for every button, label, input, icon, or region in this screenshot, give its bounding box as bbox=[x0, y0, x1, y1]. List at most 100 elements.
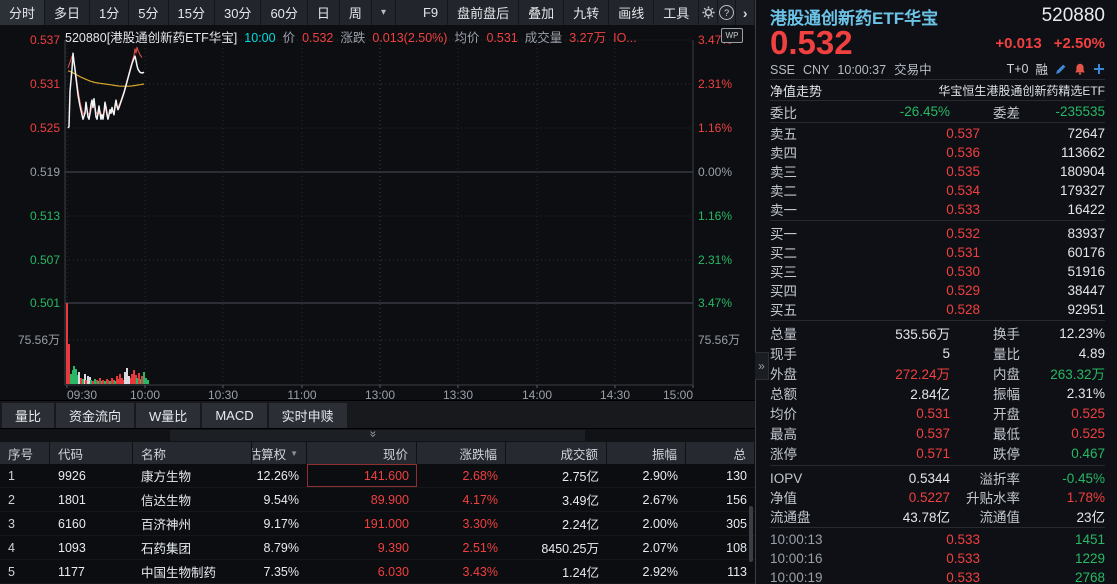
col-header-1[interactable]: 代码 bbox=[50, 442, 133, 464]
volume-bar-38 bbox=[131, 374, 133, 384]
menu-item-tool-4[interactable]: 画线 bbox=[609, 0, 654, 25]
cell-r1-c2: 信达生物 bbox=[133, 488, 252, 511]
col-header-6[interactable]: 成交额 bbox=[506, 442, 607, 464]
table-row-1[interactable]: 21801信达生物9.54%89.9004.17%3.49亿2.67%156 bbox=[0, 488, 755, 512]
volume-bar-24 bbox=[107, 380, 109, 384]
table-row-4[interactable]: 51177中国生物制药7.35%6.0303.43%1.24亿2.92%113 bbox=[0, 560, 755, 584]
menu-spacer bbox=[396, 0, 414, 25]
col-header-5[interactable]: 涨跌幅 bbox=[417, 442, 506, 464]
menu-item-period-3[interactable]: 5分 bbox=[129, 0, 168, 25]
left-pane: 分时多日1分5分15分30分60分日周▾F9盘前盘后叠加九转画线工具?› 520… bbox=[0, 0, 756, 584]
collapse-chevron-icon[interactable]: » bbox=[366, 431, 380, 438]
bid-row-3[interactable]: 买四0.52938447 bbox=[770, 280, 1105, 299]
overflow-arrow-glyph: › bbox=[743, 5, 748, 21]
menu-item-tool-3[interactable]: 九转 bbox=[564, 0, 609, 25]
menu-item-period-1[interactable]: 多日 bbox=[45, 0, 90, 25]
menu-item-period-8[interactable]: 周 bbox=[340, 0, 372, 25]
nav-trend-label[interactable]: 净值走势 bbox=[770, 81, 822, 100]
ask-row-3[interactable]: 卖二0.534179327 bbox=[770, 180, 1105, 199]
chart-header-seg-3: 0.532 bbox=[302, 31, 333, 45]
intraday-chart-area[interactable]: 520880[港股通创新药ETF华宝]10:00价0.532涨跌0.013(2.… bbox=[0, 25, 755, 400]
wp-monitor-icon[interactable]: WP bbox=[721, 28, 743, 43]
stat-a-row-2: 外盘272.24万内盘263.32万 bbox=[770, 363, 1105, 383]
weibi-label: 委比 bbox=[770, 102, 832, 122]
table-scrollbar[interactable] bbox=[749, 506, 753, 562]
stat-a-row-1: 现手5量比4.89 bbox=[770, 343, 1105, 363]
period-dropdown-caret[interactable]: ▾ bbox=[372, 0, 396, 25]
table-row-3[interactable]: 41093石药集团8.79%9.3902.51%8450.25万2.07%108 bbox=[0, 536, 755, 560]
stat-label: 外盘 bbox=[770, 363, 832, 383]
col-header-8[interactable]: 总 bbox=[686, 442, 755, 464]
bid-row-4[interactable]: 买五0.52892951 bbox=[770, 299, 1105, 318]
menu-item-period-6[interactable]: 60分 bbox=[261, 0, 307, 25]
table-body: 19926康方生物12.26%141.6002.68%2.75亿2.90%130… bbox=[0, 464, 755, 584]
x-axis-label-5: 13:30 bbox=[443, 388, 473, 400]
exchange-label: SSE bbox=[770, 63, 795, 77]
stat-value: 263.32万 bbox=[1020, 363, 1105, 383]
volume-bar-16 bbox=[94, 379, 96, 384]
col-header-4[interactable]: 现价 bbox=[307, 442, 417, 464]
tab-1[interactable]: 资金流向 bbox=[56, 403, 134, 428]
menu-item-period-7[interactable]: 日 bbox=[308, 0, 340, 25]
menu-item-period-0[interactable]: 分时 bbox=[0, 0, 45, 25]
cell-r3-c5: 2.51% bbox=[417, 536, 506, 559]
ask-row-1[interactable]: 卖四0.536113662 bbox=[770, 142, 1105, 161]
stat-label: 净值 bbox=[770, 487, 832, 507]
tab-4[interactable]: 实时申赎 bbox=[269, 403, 347, 428]
level-price: 0.530 bbox=[832, 264, 980, 279]
level-label: 卖一 bbox=[770, 199, 832, 219]
y-axis-label-left-0: 0.537 bbox=[30, 33, 60, 47]
bid-row-0[interactable]: 买一0.53283937 bbox=[770, 223, 1105, 242]
tab-0[interactable]: 量比 bbox=[2, 403, 54, 428]
tab-2[interactable]: W量比 bbox=[136, 403, 200, 428]
chart-header-seg-5: 0.013(2.50%) bbox=[372, 31, 447, 45]
cell-r4-c7: 2.92% bbox=[607, 560, 686, 583]
volume-bar-12 bbox=[87, 376, 89, 384]
volume-bar-29 bbox=[116, 376, 118, 384]
ask-row-4[interactable]: 卖一0.53316422 bbox=[770, 199, 1105, 218]
level-volume: 83937 bbox=[980, 226, 1105, 241]
menu-item-tool-0[interactable]: F9 bbox=[414, 0, 448, 25]
stat-value: 43.78亿 bbox=[832, 506, 950, 526]
settings-gear-icon[interactable] bbox=[699, 0, 718, 25]
constituents-table: 序号代码名称估算权▼现价涨跌幅成交额振幅总 19926康方生物12.26%141… bbox=[0, 442, 755, 584]
table-row-2[interactable]: 36160百济神州9.17%191.0003.30%2.24亿2.00%305 bbox=[0, 512, 755, 536]
stat-value: 0.467 bbox=[1020, 446, 1105, 461]
volume-bar-35 bbox=[126, 368, 128, 384]
edit-pencil-icon[interactable] bbox=[1055, 63, 1067, 75]
bid-row-2[interactable]: 买三0.53051916 bbox=[770, 261, 1105, 280]
chart-header-seg-2: 价 bbox=[283, 31, 296, 45]
add-plus-icon[interactable] bbox=[1093, 63, 1105, 75]
col-header-2[interactable]: 名称 bbox=[133, 442, 252, 464]
col-header-3[interactable]: 估算权▼ bbox=[252, 442, 307, 464]
table-row-0[interactable]: 19926康方生物12.26%141.6002.68%2.75亿2.90%130 bbox=[0, 464, 755, 488]
ask-row-2[interactable]: 卖三0.535180904 bbox=[770, 161, 1105, 180]
menu-item-tool-2[interactable]: 叠加 bbox=[519, 0, 564, 25]
cell-r4-c0: 5 bbox=[0, 560, 50, 583]
menu-item-tool-5[interactable]: 工具 bbox=[654, 0, 699, 25]
stat-label: 升贴水率 bbox=[950, 487, 1020, 507]
x-axis-label-6: 14:00 bbox=[522, 388, 552, 400]
bid-row-1[interactable]: 买二0.53160176 bbox=[770, 242, 1105, 261]
stat-label: 振幅 bbox=[950, 383, 1020, 403]
ask-row-0[interactable]: 卖五0.53772647 bbox=[770, 123, 1105, 142]
menu-item-period-5[interactable]: 30分 bbox=[215, 0, 261, 25]
stat-label: 现手 bbox=[770, 343, 832, 363]
panel-expand-handle[interactable]: » bbox=[755, 352, 769, 380]
intraday-chart-canvas[interactable]: 0.5373.47%0.5312.31%0.5251.16%0.5190.00%… bbox=[0, 25, 756, 400]
help-icon[interactable]: ? bbox=[718, 0, 737, 25]
alert-bell-icon[interactable] bbox=[1074, 63, 1086, 75]
tab-3[interactable]: MACD bbox=[202, 403, 266, 428]
menu-item-period-4[interactable]: 15分 bbox=[169, 0, 215, 25]
cell-r1-c6: 3.49亿 bbox=[506, 488, 607, 511]
col-header-7[interactable]: 振幅 bbox=[607, 442, 686, 464]
menu-overflow-arrow-icon[interactable]: › bbox=[736, 0, 755, 25]
trading-app: 分时多日1分5分15分30分60分日周▾F9盘前盘后叠加九转画线工具?› 520… bbox=[0, 0, 1117, 584]
weibi-row: 委比 -26.45% 委差 -235535 bbox=[770, 101, 1105, 123]
volume-bar-26 bbox=[111, 378, 113, 384]
col-header-0[interactable]: 序号 bbox=[0, 442, 50, 464]
menu-item-period-2[interactable]: 1分 bbox=[90, 0, 129, 25]
volume-bar-19 bbox=[99, 378, 101, 384]
menu-item-tool-1[interactable]: 盘前盘后 bbox=[448, 0, 519, 25]
cell-r4-c6: 1.24亿 bbox=[506, 560, 607, 583]
